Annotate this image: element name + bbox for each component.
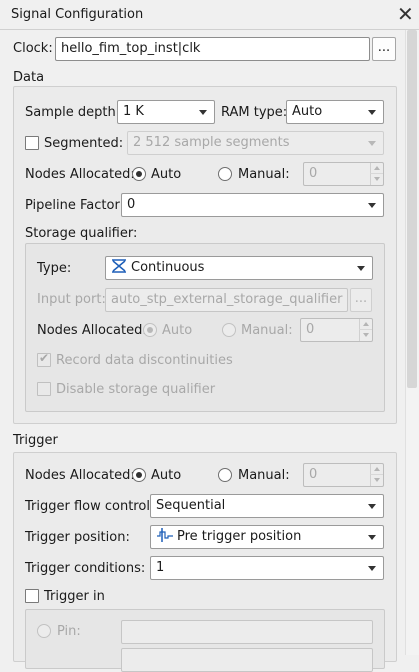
sample-depth-select[interactable]: 1 K — [117, 100, 215, 124]
trigger-in-checkbox[interactable] — [25, 589, 39, 603]
trigger-nodes-manual-value: 0 — [309, 467, 318, 482]
chevron-down-icon — [368, 504, 376, 509]
chevron-down-icon — [368, 535, 376, 540]
storage-nodes-auto-radio[interactable] — [143, 323, 157, 337]
storage-nodes-manual-value: 0 — [306, 322, 315, 337]
pipeline-factor-label: Pipeline Factor: — [25, 198, 124, 213]
trigger-flow-control-label: Trigger flow control: — [25, 499, 155, 514]
spin-up-icon[interactable] — [370, 163, 383, 174]
disable-storage-qualifier-label: Disable storage qualifier — [56, 382, 216, 397]
chevron-down-icon — [368, 110, 376, 115]
trigger-in-pin-radio[interactable] — [37, 624, 51, 638]
record-discontinuities-checkbox[interactable]: ✔ — [37, 351, 51, 367]
close-icon[interactable]: ✕ — [397, 3, 417, 25]
continuous-icon — [112, 259, 126, 273]
trigger-flow-control-select[interactable]: Sequential — [150, 494, 384, 518]
nodes-allocated-label: Nodes Allocated: — [25, 167, 135, 182]
pipeline-factor-value: 0 — [127, 197, 136, 212]
trigger-section-label: Trigger — [13, 433, 58, 448]
trigger-position-value: Pre trigger position — [177, 529, 302, 544]
trigger-position-label: Trigger position: — [25, 530, 130, 545]
segmented-select[interactable]: 2 512 sample segments — [127, 131, 384, 155]
radio-selected-dot — [147, 327, 153, 333]
storage-type-value: Continuous — [131, 260, 205, 275]
record-discontinuities-label: Record data discontinuities — [56, 353, 233, 368]
storage-nodes-manual-spinbox[interactable]: 0 — [300, 318, 373, 342]
input-port-field[interactable]: auto_stp_external_storage_qualifier — [105, 288, 348, 312]
radio-selected-dot — [136, 472, 142, 478]
trigger-in-pin-field[interactable] — [121, 620, 373, 644]
pipeline-factor-select[interactable]: 0 — [121, 193, 384, 217]
clock-label: Clock: — [13, 41, 53, 56]
trigger-conditions-select[interactable]: 1 — [150, 556, 384, 580]
trigger-nodes-manual-label: Manual: — [238, 468, 290, 483]
ram-type-value: Auto — [292, 104, 323, 119]
trigger-nodes-manual-spinbox[interactable]: 0 — [303, 463, 384, 487]
storage-type-select[interactable]: Continuous — [105, 256, 373, 280]
trigger-nodes-auto-label: Auto — [151, 468, 182, 483]
nodes-auto-radio[interactable] — [132, 167, 146, 181]
segmented-checkbox[interactable] — [25, 136, 39, 150]
radio-selected-dot — [136, 171, 142, 177]
window-title: Signal Configuration — [11, 7, 144, 22]
nodes-manual-radio[interactable] — [218, 167, 232, 181]
ram-type-label: RAM type: — [221, 105, 288, 120]
spin-down-icon[interactable] — [370, 475, 383, 486]
storage-type-label: Type: — [37, 261, 72, 276]
chevron-down-icon — [368, 566, 376, 571]
chevron-down-icon — [368, 203, 376, 208]
nodes-manual-spinbox[interactable]: 0 — [303, 162, 384, 186]
chevron-down-icon — [357, 266, 365, 271]
chevron-down-icon — [368, 141, 376, 146]
storage-nodes-auto-label: Auto — [162, 323, 193, 338]
nodes-manual-label: Manual: — [238, 167, 290, 182]
storage-qualifier-label: Storage qualifier: — [25, 226, 138, 241]
nodes-manual-value: 0 — [309, 166, 318, 181]
sample-depth-label: Sample depth: — [25, 105, 121, 120]
trigger-position-select[interactable]: Pre trigger position — [150, 525, 384, 549]
input-port-label: Input port: — [37, 292, 106, 307]
ram-type-select[interactable]: Auto — [286, 100, 384, 124]
trigger-in-pin-label: Pin: — [57, 624, 81, 639]
trigger-in-label: Trigger in — [44, 589, 105, 604]
trigger-nodes-auto-radio[interactable] — [132, 468, 146, 482]
data-section-label: Data — [13, 70, 45, 85]
spin-up-icon[interactable] — [370, 464, 383, 475]
storage-nodes-manual-radio[interactable] — [222, 323, 236, 337]
pre-trigger-position-icon — [157, 528, 173, 542]
title-bar: Signal Configuration ✕ — [0, 0, 419, 30]
chevron-down-icon — [199, 110, 207, 115]
storage-nodes-manual-label: Manual: — [241, 323, 293, 338]
clock-browse-button[interactable]: ... — [372, 37, 396, 61]
trigger-conditions-value: 1 — [156, 560, 165, 575]
trigger-in-second-field[interactable] — [121, 648, 373, 672]
trigger-nodes-manual-radio[interactable] — [218, 468, 232, 482]
spin-down-icon[interactable] — [359, 330, 372, 341]
segmented-label: Segmented: — [44, 136, 124, 151]
scrollbar-thumb[interactable] — [407, 30, 417, 388]
sample-depth-value: 1 K — [123, 104, 144, 119]
clock-input[interactable]: hello_fim_top_inst|clk — [55, 37, 370, 61]
input-port-browse-button[interactable]: ... — [350, 288, 372, 312]
checkmark-icon: ✔ — [39, 351, 50, 365]
storage-nodes-allocated-label: Nodes Allocated: — [37, 323, 147, 338]
segmented-value: 2 512 sample segments — [133, 135, 290, 150]
trigger-conditions-label: Trigger conditions: — [25, 561, 146, 576]
nodes-auto-label: Auto — [151, 167, 182, 182]
spin-down-icon[interactable] — [370, 174, 383, 185]
spin-up-icon[interactable] — [359, 319, 372, 330]
trigger-nodes-allocated-label: Nodes Allocated: — [25, 468, 135, 483]
trigger-flow-control-value: Sequential — [156, 498, 226, 513]
disable-storage-qualifier-checkbox[interactable] — [37, 382, 51, 396]
